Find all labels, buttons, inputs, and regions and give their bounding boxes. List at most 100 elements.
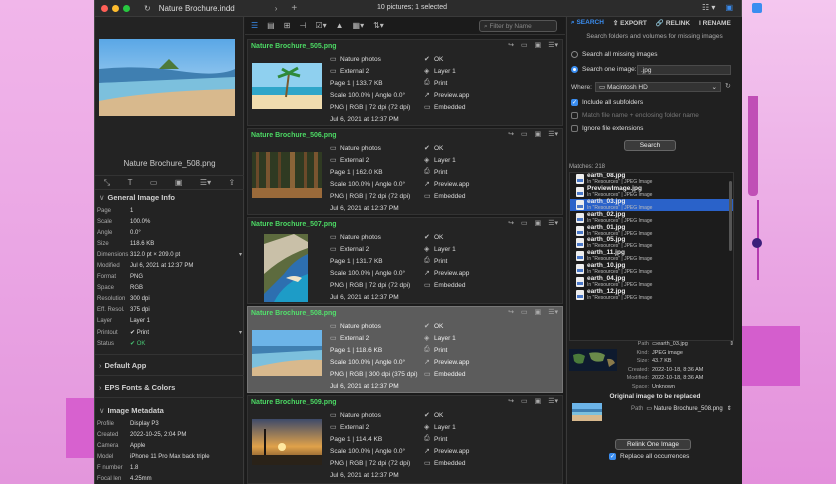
folder-icon[interactable]: ▭	[521, 41, 528, 49]
list-item[interactable]: earth_11.jpg In "Resources" | JPEG Image	[570, 249, 733, 263]
list-item[interactable]: PreviewImage.jpg In "Resources" | JPEG Im…	[570, 185, 733, 199]
window-icon[interactable]: ▣	[535, 308, 542, 316]
list-item-selected[interactable]: earth_03.jpg In "Resources" | JPEG Image	[570, 198, 733, 212]
tab-relink[interactable]: 🔗 RELINK	[656, 19, 690, 27]
list-menu-icon[interactable]: ☰▾	[200, 178, 211, 189]
where-select[interactable]: ▭ Macintosh HD ⌄	[595, 82, 721, 92]
align-icon[interactable]: ⊣	[299, 21, 306, 30]
list-menu-icon[interactable]: ☰▾	[548, 130, 558, 138]
option-search-all[interactable]: Search all missing images	[571, 51, 658, 58]
checkbox[interactable]	[571, 112, 578, 119]
window-icon[interactable]: ▣	[175, 178, 183, 189]
option-search-one[interactable]: Search one image:	[571, 66, 637, 73]
resize-icon[interactable]: ⤡	[104, 178, 110, 189]
list-item[interactable]: earth_10.jpg In "Resources" | JPEG Image	[570, 262, 733, 276]
general-info-heading[interactable]: ∨ General Image Info	[99, 193, 175, 202]
view-menu-icon[interactable]: ▦▾	[353, 21, 365, 30]
table-view-icon[interactable]: ▤	[267, 21, 275, 30]
image-card[interactable]: Nature Brochure_507.png ↪ ▭ ▣ ☰▾ ▭ Nature ph…	[247, 217, 563, 304]
chevron-down-icon[interactable]: ▾	[239, 329, 242, 336]
chevron-right-icon[interactable]: ›	[275, 4, 278, 13]
match-info: Path ▭ earth_03.jpg ⇕ Kind: JPEG image Size…	[569, 341, 734, 390]
sidebar-toggle-icon[interactable]: ▣	[725, 3, 733, 12]
eps-fonts-heading[interactable]: › EPS Fonts & Colors	[99, 383, 175, 392]
folder-icon[interactable]: ▭	[521, 219, 528, 227]
folder-icon[interactable]: ▭	[521, 308, 528, 316]
warning-icon[interactable]: ▲	[336, 21, 344, 30]
plus-icon[interactable]: +	[291, 3, 297, 14]
image-file-icon	[576, 276, 584, 287]
window-icon[interactable]: ▣	[535, 41, 542, 49]
scrollbar[interactable]	[729, 181, 732, 251]
printer-icon: ⎙	[424, 257, 430, 264]
checkbox[interactable]	[571, 125, 578, 132]
chevron-down-icon[interactable]: ▾	[239, 251, 242, 258]
background-accent	[748, 96, 758, 196]
folder-icon[interactable]: ▭	[521, 130, 528, 138]
list-item[interactable]: earth_04.jpg In "Resources" | JPEG Image	[570, 275, 733, 288]
minimize-button[interactable]	[112, 4, 119, 12]
grid-view-icon[interactable]: ⊞	[284, 21, 291, 30]
default-app-heading[interactable]: › Default App	[99, 361, 146, 370]
extension-field[interactable]: .jpg	[637, 65, 731, 75]
checkbox-checked[interactable]: ✓	[609, 453, 616, 460]
list-menu-icon[interactable]: ☰▾	[548, 308, 558, 316]
image-card-selected[interactable]: Nature Brochure_508.png ↪ ▭ ▣ ☰▾ ▭ Nature ph…	[247, 306, 563, 393]
option-replace-all[interactable]: ✓ Replace all occurrences	[609, 453, 689, 460]
info-row: Printout ✔ Print ▾	[97, 329, 242, 337]
image-metadata-heading[interactable]: ∨ Image Metadata	[99, 406, 164, 415]
window-icon[interactable]: ▣	[535, 130, 542, 138]
tab-rename[interactable]: I RENAME	[699, 20, 731, 27]
list-item[interactable]: earth_01.jpg In "Resources" | JPEG Image	[570, 224, 733, 237]
sort-menu-icon[interactable]: ⇅▾	[373, 21, 384, 30]
relink-one-button[interactable]: Relink One Image	[615, 439, 691, 450]
zoom-button[interactable]	[123, 4, 130, 12]
original-image-heading: Original image to be replaced	[609, 393, 701, 400]
image-card[interactable]: Nature Brochure_505.png ↪ ▭ ▣ ☰▾ ▭ Nature ph…	[247, 39, 563, 126]
share-icon[interactable]: ↪	[508, 397, 514, 405]
tab-export[interactable]: ⇪ EXPORT	[613, 19, 647, 27]
option-ignore-extensions[interactable]: Ignore file extensions	[571, 125, 643, 132]
option-include-subfolders[interactable]: ✓ Include all subfolders	[571, 99, 643, 106]
list-menu-icon[interactable]: ☰▾	[548, 397, 558, 405]
list-item[interactable]: earth_12.jpg In "Resources" | JPEG Image	[570, 288, 733, 301]
tab-search[interactable]: ⌕ SEARCH	[571, 19, 604, 27]
radio-button-selected[interactable]	[571, 66, 578, 73]
share-icon[interactable]: ↪	[508, 219, 514, 227]
refresh-icon[interactable]: ↻	[144, 4, 151, 13]
filter-input[interactable]: ⌕ Filter by Name	[479, 20, 557, 32]
info-row: Layer Layer 1	[97, 318, 151, 325]
close-button[interactable]	[101, 4, 108, 12]
settings-menu-icon[interactable]: ☷ ▾	[702, 3, 715, 12]
chevron-updown-icon[interactable]: ⇕	[727, 406, 732, 412]
share-icon[interactable]: ↪	[508, 41, 514, 49]
list-item[interactable]: earth_08.jpg In "Resources" | JPEG Image	[570, 173, 733, 186]
checkbox-checked[interactable]: ✓	[571, 99, 578, 106]
option-match-folder[interactable]: Match file name + enclosing folder name	[571, 112, 699, 119]
refresh-icon[interactable]: ↻	[725, 82, 731, 90]
folder-icon[interactable]: ▭	[150, 178, 158, 189]
list-menu-icon[interactable]: ☰▾	[548, 41, 558, 49]
share-icon[interactable]: ↪	[508, 308, 514, 316]
radio-button[interactable]	[571, 51, 578, 58]
share-icon[interactable]: ↪	[508, 130, 514, 138]
list-view-icon[interactable]: ☰	[251, 21, 258, 30]
card-header: Nature Brochure_507.png ↪ ▭ ▣ ☰▾	[251, 219, 558, 228]
image-thumbnail	[252, 152, 322, 198]
where-label: Where:	[571, 84, 592, 91]
share-icon[interactable]: ⇪	[229, 178, 236, 189]
list-item[interactable]: earth_02.jpg In "Resources" | JPEG Image	[570, 211, 733, 224]
chevron-updown-icon[interactable]: ⇕	[729, 341, 734, 350]
info-row: Resolution 300 dpi	[97, 296, 150, 303]
text-size-icon[interactable]: T	[128, 178, 133, 189]
list-menu-icon[interactable]: ☰▾	[548, 219, 558, 227]
search-button[interactable]: Search	[624, 140, 676, 151]
image-card[interactable]: Nature Brochure_509.png ↪ ▭ ▣ ☰▾ ▭ Nature ph…	[247, 395, 563, 484]
check-menu-icon[interactable]: ☑▾	[315, 21, 326, 30]
folder-icon[interactable]: ▭	[521, 397, 528, 405]
list-item[interactable]: earth_05.jpg In "Resources" | JPEG Image	[570, 237, 733, 250]
original-path: Path ▭ Nature Brochure_508.png ⇕	[631, 406, 732, 412]
image-card[interactable]: Nature Brochure_506.png ↪ ▭ ▣ ☰▾ ▭ Nature ph…	[247, 128, 563, 215]
window-icon[interactable]: ▣	[535, 219, 542, 227]
window-icon[interactable]: ▣	[535, 397, 542, 405]
